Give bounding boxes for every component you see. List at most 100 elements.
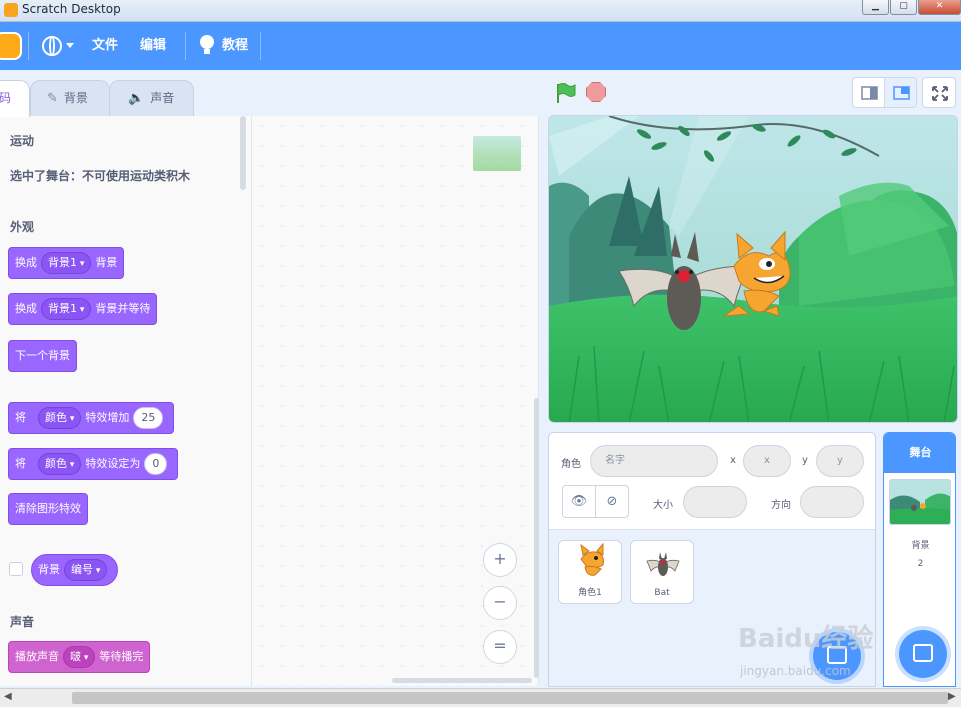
- stage-scene: [549, 116, 957, 422]
- block-play-sound-until-done[interactable]: 播放声音啵等待播完: [8, 641, 151, 673]
- y-label: y: [802, 455, 808, 466]
- paintbrush-icon: ✎: [47, 90, 58, 106]
- size-input[interactable]: [683, 486, 747, 518]
- zoom-reset-button[interactable]: =: [483, 630, 517, 664]
- block-set-effect[interactable]: 将颜色特效设定为0: [8, 448, 179, 480]
- tab-code-label: 码: [0, 91, 12, 105]
- scratch-app-icon: [4, 3, 18, 17]
- category-looks-header: 外观: [10, 220, 35, 234]
- fullscreen-icon: [932, 86, 948, 101]
- effect-dropdown[interactable]: 颜色: [38, 453, 82, 475]
- sprite-properties: 角色 名字 x x y y 👁 ⊘ 大小 方向: [549, 433, 875, 530]
- block-palette: 运动 选中了舞台：不可使用运动类积木 外观 换成背景1背景 换成背景1背景并等待…: [0, 116, 252, 686]
- normal-stage-button[interactable]: [884, 77, 917, 108]
- sprite-tile-cat[interactable]: 角色1: [558, 540, 622, 604]
- small-stage-icon: [861, 86, 878, 100]
- block-backdrop-reporter[interactable]: 背景 编号: [31, 554, 119, 586]
- scroll-right-icon[interactable]: ▶: [948, 691, 956, 702]
- x-label: x: [730, 455, 736, 466]
- zoom-out-button[interactable]: −: [483, 586, 517, 620]
- block-text: 将: [15, 457, 26, 470]
- code-workspace[interactable]: + − =: [252, 116, 539, 686]
- workspace-horizontal-scrollbar[interactable]: [392, 678, 532, 683]
- stage-canvas[interactable]: [548, 115, 958, 423]
- window-title: Scratch Desktop: [22, 2, 121, 16]
- block-text: 特效设定为: [85, 457, 141, 470]
- menu-separator: [260, 32, 261, 60]
- sprite-label: 角色: [561, 459, 581, 470]
- category-sound-header: 声音: [10, 615, 35, 629]
- block-next-backdrop[interactable]: 下一个背景: [8, 340, 77, 372]
- sprite-tile-name: 角色1: [578, 588, 602, 598]
- block-text: 将: [15, 411, 26, 424]
- stage-backdrop-thumbnail: [889, 479, 951, 525]
- hide-sprite-button[interactable]: ⊘: [595, 485, 629, 518]
- menu-tutorials[interactable]: 教程: [222, 22, 248, 70]
- tab-sounds-label: 声音: [150, 91, 175, 105]
- block-text: 特效增加: [85, 411, 130, 424]
- backdrop-preview: [890, 480, 950, 524]
- menu-bar: 文件 编辑 教程: [0, 22, 961, 70]
- minimize-button[interactable]: ▁: [862, 0, 889, 15]
- show-sprite-button[interactable]: 👁: [562, 485, 596, 518]
- block-text: 背景: [38, 563, 60, 576]
- menu-separator: [185, 32, 186, 60]
- window-horizontal-scrollbar[interactable]: ◀ ▶: [0, 688, 961, 707]
- menu-file[interactable]: 文件: [92, 22, 118, 70]
- backdrop-dropdown[interactable]: 背景1: [41, 298, 92, 320]
- sound-dropdown[interactable]: 啵: [63, 646, 96, 668]
- tab-backdrops[interactable]: ✎ 背景: [30, 80, 110, 116]
- block-change-effect[interactable]: 将颜色特效增加25: [8, 402, 175, 434]
- menu-separator: [28, 32, 29, 60]
- normal-stage-icon: [893, 86, 910, 100]
- block-text: 换成: [15, 256, 37, 269]
- tab-backdrops-label: 背景: [63, 91, 88, 105]
- workspace-vertical-scrollbar[interactable]: [534, 398, 539, 678]
- block-text: 播放声音: [15, 650, 59, 663]
- watermark-url: jingyan.baidu.com: [740, 664, 851, 678]
- language-globe-icon[interactable]: [42, 36, 62, 56]
- stage-thumbnail: [473, 136, 521, 171]
- size-label: 大小: [653, 500, 673, 511]
- small-stage-button[interactable]: [852, 77, 885, 108]
- tab-code[interactable]: 码: [0, 80, 30, 117]
- green-flag-icon[interactable]: [554, 82, 576, 104]
- x-input[interactable]: x: [743, 445, 791, 477]
- reporter-checkbox[interactable]: [9, 562, 23, 576]
- zoom-in-button[interactable]: +: [483, 543, 517, 577]
- sprite-name-input[interactable]: 名字: [590, 445, 718, 477]
- backdrop-property-dropdown[interactable]: 编号: [64, 559, 108, 581]
- eye-slash-icon: ⊘: [606, 494, 618, 509]
- menu-edit[interactable]: 编辑: [140, 22, 166, 70]
- maximize-button[interactable]: ▢: [890, 0, 917, 15]
- window-title-bar: Scratch Desktop ▁ ▢ ✕: [0, 0, 961, 22]
- close-button[interactable]: ✕: [918, 0, 961, 15]
- choose-backdrop-button[interactable]: [899, 630, 947, 678]
- y-input[interactable]: y: [816, 445, 864, 477]
- cat-sprite-icon: [580, 542, 604, 576]
- backdrops-label: 背景: [911, 541, 930, 551]
- scroll-left-icon[interactable]: ◀: [4, 691, 12, 702]
- block-text: 换成: [15, 302, 37, 315]
- block-switch-backdrop-and-wait[interactable]: 换成背景1背景并等待: [8, 293, 158, 325]
- direction-input[interactable]: [800, 486, 864, 518]
- effect-dropdown[interactable]: 颜色: [38, 407, 82, 429]
- watermark-logo: Baidu经验: [738, 624, 874, 654]
- sprite-tile-bat[interactable]: Bat: [630, 540, 694, 604]
- eye-icon: 👁: [570, 494, 588, 509]
- motion-disabled-note: 选中了舞台：不可使用运动类积木: [10, 169, 191, 183]
- stop-icon[interactable]: [586, 82, 606, 102]
- scratch-logo[interactable]: [0, 32, 22, 60]
- block-switch-backdrop[interactable]: 换成背景1背景: [8, 247, 125, 279]
- block-clear-graphic-effects[interactable]: 清除图形特效: [8, 493, 88, 525]
- backdrop-dropdown[interactable]: 背景1: [41, 252, 92, 274]
- effect-value-input[interactable]: 0: [144, 453, 168, 475]
- block-text: 等待播完: [99, 650, 144, 663]
- scrollbar-thumb[interactable]: [72, 692, 948, 704]
- tab-sounds[interactable]: 🔈 声音: [109, 80, 194, 116]
- image-add-icon: [913, 644, 933, 662]
- fullscreen-button[interactable]: [922, 77, 956, 108]
- effect-value-input[interactable]: 25: [133, 407, 164, 429]
- palette-scrollbar[interactable]: [240, 116, 246, 190]
- direction-label: 方向: [771, 500, 791, 511]
